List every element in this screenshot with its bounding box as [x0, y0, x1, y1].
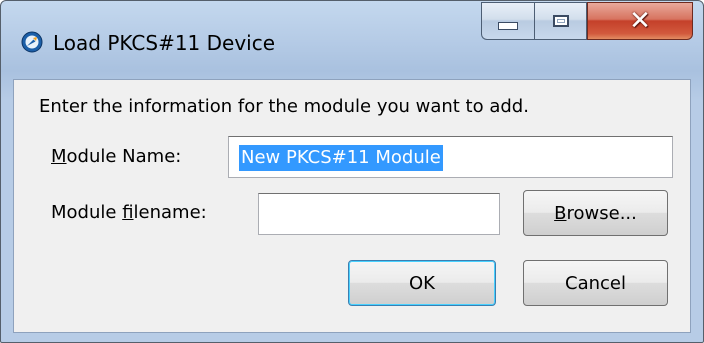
- module-filename-label: Module filename:: [51, 202, 207, 224]
- maximize-icon: [552, 15, 569, 27]
- minimize-button[interactable]: [481, 2, 534, 40]
- maximize-button[interactable]: [534, 2, 587, 40]
- module-name-input[interactable]: New PKCS#11 Module: [228, 136, 673, 178]
- browse-accel: B: [554, 202, 567, 224]
- module-name-label: Module Name:: [51, 146, 181, 168]
- app-icon: [21, 31, 43, 53]
- ok-button[interactable]: OK: [348, 260, 496, 306]
- module-name-label-accel: M: [51, 146, 67, 167]
- caption-buttons: ✕: [481, 2, 693, 40]
- module-name-label-rest: odule Name:: [66, 146, 182, 167]
- module-filename-label-rest: ilename:: [133, 202, 207, 223]
- intro-text: Enter the information for the module you…: [39, 96, 529, 117]
- title-bar[interactable]: Load PKCS#11 Device ✕: [1, 1, 703, 79]
- module-filename-label-prefix: Module: [51, 202, 123, 223]
- browse-label-rest: rowse...: [566, 202, 637, 224]
- module-filename-input[interactable]: [258, 193, 500, 235]
- close-button[interactable]: ✕: [587, 2, 693, 40]
- module-filename-label-accel: f: [122, 202, 134, 223]
- close-icon: ✕: [629, 6, 651, 36]
- browse-button[interactable]: Browse...: [523, 190, 668, 236]
- minimize-icon: [498, 22, 518, 30]
- module-name-value: New PKCS#11 Module: [239, 145, 443, 171]
- cancel-button[interactable]: Cancel: [523, 260, 668, 306]
- window-title: Load PKCS#11 Device: [53, 31, 276, 55]
